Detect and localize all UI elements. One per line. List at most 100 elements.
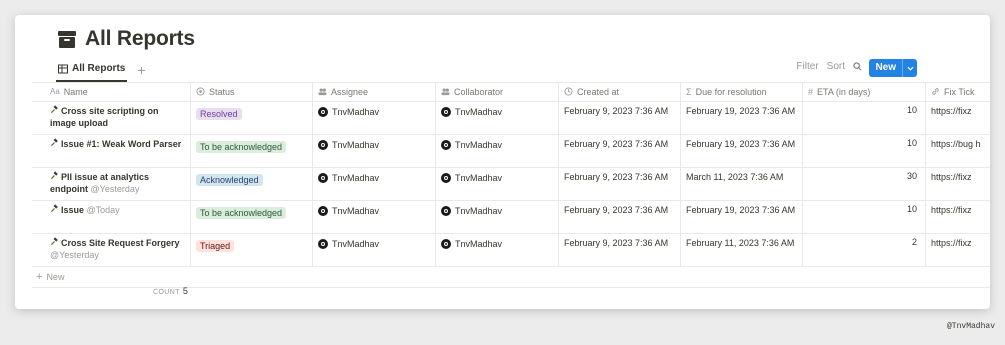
cell-created[interactable]: February 9, 2023 7:36 AM [559, 168, 681, 200]
filter-button[interactable]: Filter [796, 61, 818, 72]
table-row[interactable]: Issue #1: Weak Word Parser To be acknowl… [32, 135, 990, 168]
cell-fix[interactable]: https://fixz [926, 234, 990, 266]
cell-assignee[interactable]: TnvMadhav [313, 168, 436, 200]
cell-created[interactable]: February 9, 2023 7:36 AM [559, 135, 681, 167]
fix-link[interactable]: https://fixz [931, 172, 972, 182]
table-row[interactable]: Cross Site Request Forgery @Yesterday Tri… [32, 234, 990, 267]
created-date: February 9, 2023 7:36 AM [564, 238, 669, 248]
assignee-name: TnvMadhav [332, 239, 380, 249]
report-name[interactable]: Cross Site Request Forgery [61, 238, 180, 248]
sort-button[interactable]: Sort [827, 61, 845, 72]
cell-created[interactable]: February 9, 2023 7:36 AM [559, 102, 681, 134]
cell-created[interactable]: February 9, 2023 7:36 AM [559, 234, 681, 266]
tab-all-reports[interactable]: All Reports [56, 61, 128, 82]
cell-collaborator[interactable]: TnvMadhav [436, 135, 559, 167]
column-header-name[interactable]: Aa Name [32, 83, 191, 101]
column-label: Due for resolution [695, 86, 767, 97]
column-label: Name [63, 86, 88, 97]
due-date: February 19, 2023 7:36 AM [686, 106, 796, 116]
created-date: February 9, 2023 7:36 AM [564, 139, 669, 149]
cell-name[interactable]: Cross site scripting on image upload [32, 102, 191, 134]
column-header-due[interactable]: Σ Due for resolution [681, 83, 803, 101]
table-row[interactable]: Cross site scripting on image upload Res… [32, 102, 990, 135]
pin-icon [50, 237, 58, 246]
cell-collaborator[interactable]: TnvMadhav [436, 201, 559, 233]
eta-value: 10 [906, 105, 917, 115]
fix-link[interactable]: https://fixz [931, 238, 972, 248]
status-badge: Resolved [196, 108, 242, 120]
collaborator-name: TnvMadhav [455, 107, 503, 117]
fix-link[interactable]: https://fixz [931, 205, 972, 215]
cell-fix[interactable]: https://fixz [926, 102, 990, 134]
column-header-collaborator[interactable]: Collaborator [436, 83, 559, 101]
eta-value: 30 [906, 171, 917, 181]
add-view-icon[interactable]: + [137, 63, 145, 77]
cell-eta[interactable]: 2 [803, 234, 926, 266]
table-row[interactable]: Issue @Today To be acknowledged TnvMadhav T… [32, 201, 990, 234]
cell-collaborator[interactable]: TnvMadhav [436, 168, 559, 200]
count-summary[interactable]: COUNT 5 [153, 286, 188, 296]
column-label: Collaborator [454, 86, 504, 97]
count-label: COUNT [153, 289, 180, 296]
new-button[interactable]: New [869, 59, 917, 77]
add-row-button[interactable]: + New [32, 267, 990, 288]
cell-eta[interactable]: 10 [803, 102, 926, 134]
cell-collaborator[interactable]: TnvMadhav [436, 102, 559, 134]
cell-status[interactable]: To be acknowledged [191, 135, 313, 167]
cell-due[interactable]: March 11, 2023 7:36 AM [681, 168, 803, 200]
report-name[interactable]: Cross site scripting on image upload [50, 106, 159, 128]
cell-assignee[interactable]: TnvMadhav [313, 234, 436, 266]
column-label: Status [209, 86, 235, 97]
cell-assignee[interactable]: TnvMadhav [313, 135, 436, 167]
table-icon [58, 64, 68, 73]
date-mention: @Yesterday [90, 184, 140, 194]
cell-fix[interactable]: https://fixz [926, 168, 990, 200]
cell-due[interactable]: February 19, 2023 7:36 AM [681, 135, 803, 167]
search-icon[interactable] [853, 62, 862, 71]
avatar [441, 173, 451, 183]
column-header-assignee[interactable]: Assignee [313, 83, 436, 101]
column-header-status[interactable]: Status [191, 83, 313, 101]
fix-link[interactable]: https://bug h [931, 139, 981, 149]
report-name[interactable]: Issue #1: Weak Word Parser [61, 139, 181, 149]
toolbar: Filter Sort ··· [796, 61, 880, 72]
avatar [318, 140, 328, 150]
cell-status[interactable]: Acknowledged [191, 168, 313, 200]
chevron-down-icon[interactable] [902, 59, 917, 77]
cell-name[interactable]: PII issue at analytics endpoint @Yesterd… [32, 168, 191, 200]
column-header-created[interactable]: Created at [559, 83, 681, 101]
cell-name[interactable]: Cross Site Request Forgery @Yesterday [32, 234, 191, 266]
cell-created[interactable]: February 9, 2023 7:36 AM [559, 201, 681, 233]
cell-eta[interactable]: 10 [803, 201, 926, 233]
report-name[interactable]: Issue [61, 205, 84, 215]
cell-due[interactable]: February 19, 2023 7:36 AM [681, 201, 803, 233]
cell-collaborator[interactable]: TnvMadhav [436, 234, 559, 266]
cell-assignee[interactable]: TnvMadhav [313, 201, 436, 233]
avatar [318, 173, 328, 183]
collaborator-name: TnvMadhav [455, 239, 503, 249]
cell-fix[interactable]: https://fixz [926, 201, 990, 233]
count-value: 5 [182, 286, 188, 296]
assignee-name: TnvMadhav [332, 140, 380, 150]
avatar [318, 239, 328, 249]
collaborator-name: TnvMadhav [455, 140, 503, 150]
fix-link[interactable]: https://fixz [931, 106, 972, 116]
cell-fix[interactable]: https://bug h [926, 135, 990, 167]
cell-eta[interactable]: 10 [803, 135, 926, 167]
cell-name[interactable]: Issue @Today [32, 201, 191, 233]
cell-eta[interactable]: 30 [803, 168, 926, 200]
pin-icon [50, 138, 58, 147]
table-row[interactable]: PII issue at analytics endpoint @Yesterd… [32, 168, 990, 201]
cell-status[interactable]: Resolved [191, 102, 313, 134]
cell-name[interactable]: Issue #1: Weak Word Parser [32, 135, 191, 167]
cell-assignee[interactable]: TnvMadhav [313, 102, 436, 134]
column-header-fix[interactable]: Fix Tick [926, 83, 990, 101]
column-header-eta[interactable]: # ETA (in days) [803, 83, 926, 101]
cell-due[interactable]: February 11, 2023 7:36 AM [681, 234, 803, 266]
people-icon [318, 88, 327, 96]
archive-icon [58, 31, 76, 48]
cell-due[interactable]: February 19, 2023 7:36 AM [681, 102, 803, 134]
cell-status[interactable]: Triaged [191, 234, 313, 266]
due-date: February 19, 2023 7:36 AM [686, 205, 796, 215]
cell-status[interactable]: To be acknowledged [191, 201, 313, 233]
